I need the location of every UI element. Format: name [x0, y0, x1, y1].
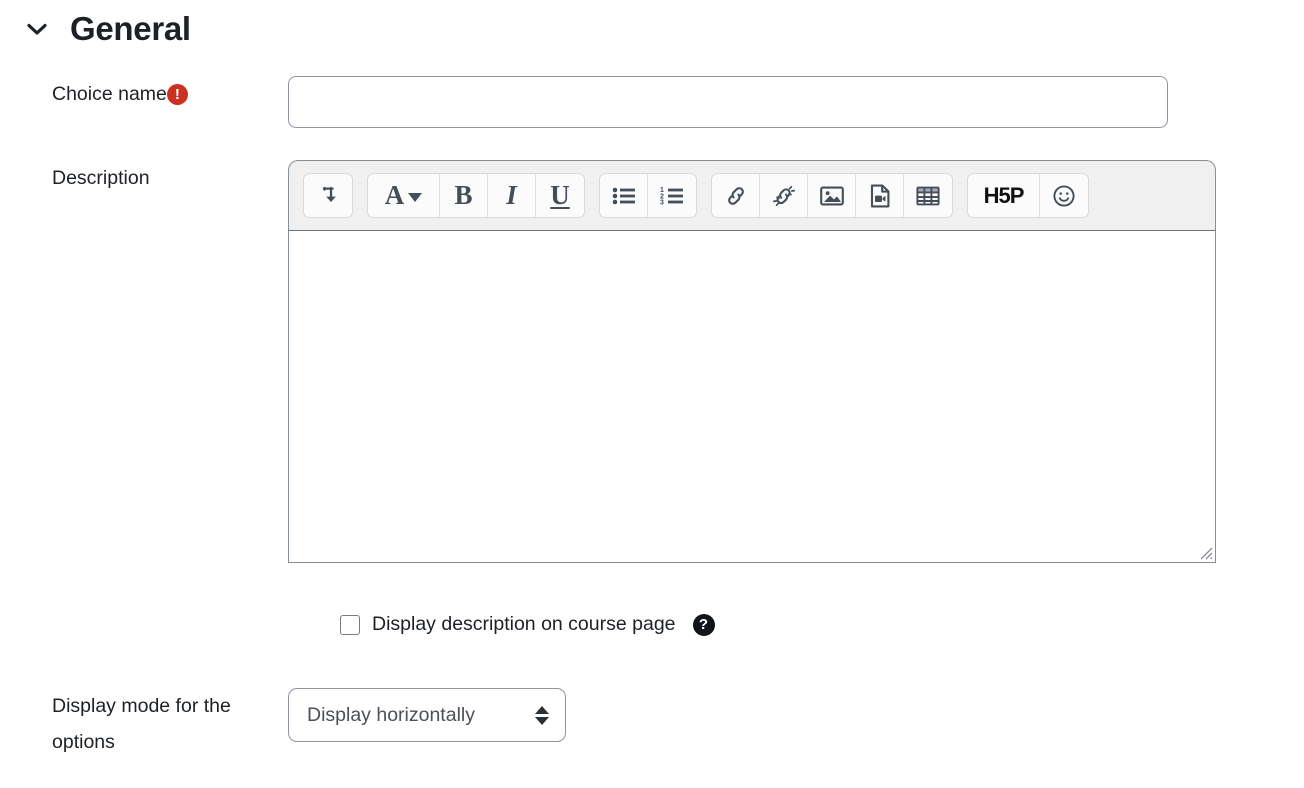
display-mode-label: Display mode for the options	[0, 688, 288, 760]
italic-button[interactable]: I	[488, 174, 536, 217]
choice-name-input[interactable]	[288, 76, 1168, 128]
link-icon	[724, 184, 748, 208]
table-icon	[916, 185, 940, 207]
description-label: Description	[52, 160, 150, 196]
style-dropdown-button[interactable]: A	[368, 174, 440, 217]
toolbar-group-plugins: H5P	[967, 173, 1089, 218]
h5p-button[interactable]: H5P	[968, 174, 1040, 217]
video-file-icon	[869, 184, 891, 208]
form-row-choice-name: Choice name !	[0, 76, 1168, 128]
form-row-display-mode: Display mode for the options Display hor…	[0, 688, 566, 760]
display-mode-selected-value: Display horizontally	[307, 704, 475, 727]
media-button[interactable]	[856, 174, 904, 217]
description-label-wrap: Description	[0, 160, 288, 563]
display-description-checkbox[interactable]	[340, 615, 360, 635]
description-editor-area[interactable]	[288, 231, 1216, 563]
numbered-list-icon: 1 2 3	[660, 186, 684, 206]
font-style-icon: A	[385, 180, 405, 211]
underline-button[interactable]: U	[536, 174, 584, 217]
bulleted-list-button[interactable]	[600, 174, 648, 217]
arrow-down-turn-icon	[317, 185, 339, 207]
required-exclamation-icon: !	[167, 84, 188, 105]
choice-name-label-wrap: Choice name !	[0, 76, 288, 128]
display-description-control: Display description on course page ?	[340, 614, 715, 636]
display-mode-select[interactable]: Display horizontally	[288, 688, 566, 742]
toolbar-group-text-format: A B I U	[367, 173, 585, 218]
emoji-button[interactable]	[1040, 174, 1088, 217]
toolbar-group-insert	[711, 173, 953, 218]
underline-icon: U	[550, 180, 570, 211]
image-button[interactable]	[808, 174, 856, 217]
chevron-up-icon	[535, 706, 549, 714]
form-row-description: Description A	[0, 160, 1216, 563]
chevron-down-icon[interactable]	[22, 14, 52, 44]
display-description-label: Display description on course page	[372, 615, 676, 635]
resize-grip-icon[interactable]	[1199, 546, 1213, 560]
toolbar-group-lists: 1 2 3	[599, 173, 697, 218]
chevron-down-icon-svg	[24, 16, 50, 42]
table-button[interactable]	[904, 174, 952, 217]
choice-name-label: Choice name	[52, 76, 167, 112]
chevron-down-icon	[535, 717, 549, 725]
h5p-icon: H5P	[984, 183, 1024, 209]
unlink-icon	[772, 184, 796, 208]
link-button[interactable]	[712, 174, 760, 217]
unlink-button[interactable]	[760, 174, 808, 217]
toolbar-group-expand	[303, 173, 353, 218]
numbered-list-button[interactable]: 1 2 3	[648, 174, 696, 217]
italic-icon: I	[506, 180, 517, 211]
chevron-down-icon	[408, 193, 422, 202]
image-icon	[820, 185, 844, 207]
help-question-icon[interactable]: ?	[693, 614, 715, 636]
bulleted-list-icon	[612, 186, 636, 206]
svg-text:3: 3	[660, 199, 664, 205]
page-title: General	[70, 12, 191, 45]
form-row-display-description: Display description on course page ?	[0, 614, 715, 636]
section-header-general: General	[0, 0, 191, 45]
select-stepper-icon	[535, 706, 549, 725]
bold-button[interactable]: B	[440, 174, 488, 217]
rich-text-editor: A B I U	[288, 160, 1216, 563]
bold-icon: B	[454, 180, 472, 211]
editor-toolbar: A B I U	[288, 160, 1216, 231]
expand-toolbar-button[interactable]	[304, 174, 352, 217]
smiley-icon	[1052, 184, 1076, 208]
